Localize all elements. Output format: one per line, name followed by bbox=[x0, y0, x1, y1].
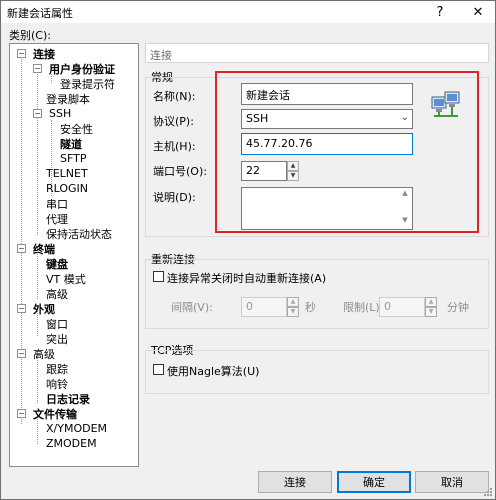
tree-item-label: 代理 bbox=[46, 212, 68, 226]
tree-item-label: SSH bbox=[49, 107, 72, 120]
tree-item-tunnel[interactable]: 隧道 bbox=[58, 136, 82, 151]
breadcrumb: 连接 bbox=[145, 43, 489, 63]
tree-item-terminal-advanced[interactable]: 高级 bbox=[44, 286, 68, 301]
tree-item-label: 连接 bbox=[33, 47, 55, 61]
resize-grip-icon[interactable] bbox=[483, 487, 493, 497]
tree-item-sftp[interactable]: SFTP bbox=[58, 151, 86, 166]
tree-item-label: ZMODEM bbox=[46, 437, 97, 450]
tree-item-label: 外观 bbox=[33, 302, 55, 316]
tree-item-label: 安全性 bbox=[60, 122, 93, 136]
description-label: 说明(D): bbox=[153, 191, 196, 204]
close-button[interactable]: ✕ bbox=[463, 1, 493, 23]
collapse-icon[interactable]: − bbox=[17, 244, 26, 253]
tree-item-trace[interactable]: 跟踪 bbox=[44, 361, 68, 376]
auto-reconnect-label: 连接异常关闭时自动重新连接(A) bbox=[167, 272, 327, 285]
tree-item-label: 高级 bbox=[46, 287, 68, 301]
tree-item-window[interactable]: 窗口 bbox=[44, 316, 68, 331]
tree-item-security[interactable]: 安全性 bbox=[58, 121, 93, 136]
tree-item-xymodem[interactable]: X/YMODEM bbox=[44, 421, 107, 436]
tree-item-highlight[interactable]: 突出 bbox=[44, 331, 68, 346]
tree-item-label: 日志记录 bbox=[46, 392, 90, 406]
tree-item-label: 突出 bbox=[46, 332, 68, 346]
collapse-icon[interactable]: − bbox=[33, 64, 42, 73]
dialog-title: 新建会话属性 bbox=[7, 7, 73, 20]
collapse-icon[interactable]: − bbox=[17, 49, 26, 58]
help-button[interactable]: ? bbox=[425, 1, 455, 23]
tree-item-keepalive[interactable]: 保持活动状态 bbox=[44, 226, 112, 241]
tree-item-label: 响铃 bbox=[46, 377, 68, 391]
tree-item-telnet[interactable]: TELNET bbox=[44, 166, 88, 181]
limit-spin-down-icon[interactable]: ▼ bbox=[425, 307, 437, 317]
tree-item-label: 保持活动状态 bbox=[46, 227, 112, 241]
tree-item-label: 用户身份验证 bbox=[49, 62, 115, 76]
interval-spin-up-icon[interactable]: ▲ bbox=[287, 297, 299, 307]
collapse-icon[interactable]: − bbox=[17, 349, 26, 358]
interval-field[interactable]: 0 bbox=[241, 297, 287, 317]
tree-item-logging[interactable]: 日志记录 bbox=[44, 391, 90, 406]
tree-item-proxy[interactable]: 代理 bbox=[44, 211, 68, 226]
collapse-icon[interactable]: − bbox=[33, 109, 42, 118]
tree-item-zmodem[interactable]: ZMODEM bbox=[44, 436, 97, 451]
category-label: 类别(C): bbox=[9, 29, 51, 42]
tree-item-login-prompt[interactable]: 登录提示符 bbox=[58, 76, 115, 91]
limit-field[interactable]: 0 bbox=[379, 297, 425, 317]
tree-item-rlogin[interactable]: RLOGIN bbox=[44, 181, 88, 196]
category-tree[interactable]: − 连接 − 用户身份验证 登录提示符 登录脚本 − SSH 安全性 隧道 SF… bbox=[9, 43, 139, 467]
port-label: 端口号(O): bbox=[153, 165, 207, 178]
tree-item-label: VT 模式 bbox=[46, 272, 86, 286]
auto-reconnect-checkbox[interactable] bbox=[153, 271, 164, 282]
tree-item-label: 文件传输 bbox=[33, 407, 77, 421]
tree-item-vt-mode[interactable]: VT 模式 bbox=[44, 271, 86, 286]
tree-item-label: 串口 bbox=[46, 197, 68, 211]
interval-unit: 秒 bbox=[305, 301, 316, 314]
tree-item-label: 跟踪 bbox=[46, 362, 68, 376]
tree-item-label: 终端 bbox=[33, 242, 55, 256]
interval-spin-down-icon[interactable]: ▼ bbox=[287, 307, 299, 317]
annotation-highlight-box bbox=[215, 71, 479, 233]
host-label: 主机(H): bbox=[153, 140, 196, 153]
tree-item-label: TELNET bbox=[46, 167, 88, 180]
tree-item-label: 窗口 bbox=[46, 317, 68, 331]
tree-item-label: 高级 bbox=[33, 347, 55, 361]
tree-item-label: SFTP bbox=[60, 152, 87, 165]
collapse-icon[interactable]: − bbox=[17, 304, 26, 313]
tree-item-label: 键盘 bbox=[46, 257, 68, 271]
name-label: 名称(N): bbox=[153, 90, 196, 103]
tree-item-login-script[interactable]: 登录脚本 bbox=[44, 91, 90, 106]
interval-label: 间隔(V): bbox=[171, 301, 213, 314]
title-bar: 新建会话属性 ? ✕ bbox=[1, 1, 495, 23]
limit-label: 限制(L): bbox=[343, 301, 384, 314]
tree-item-bell[interactable]: 响铃 bbox=[44, 376, 68, 391]
tree-line bbox=[21, 56, 22, 424]
tree-item-label: 登录脚本 bbox=[46, 92, 90, 106]
tree-item-keyboard[interactable]: 键盘 bbox=[44, 256, 68, 271]
cancel-button[interactable]: 取消 bbox=[415, 471, 489, 493]
collapse-icon[interactable]: − bbox=[17, 409, 26, 418]
nagle-checkbox[interactable] bbox=[153, 364, 164, 375]
tree-line bbox=[37, 67, 38, 235]
tree-item-label: 登录提示符 bbox=[60, 77, 115, 91]
limit-spin-up-icon[interactable]: ▲ bbox=[425, 297, 437, 307]
tree-item-serial[interactable]: 串口 bbox=[44, 196, 68, 211]
session-properties-dialog: 新建会话属性 ? ✕ 类别(C): − 连接 − 用户身份验证 登录提示符 登录… bbox=[0, 0, 496, 500]
tree-item-label: X/YMODEM bbox=[46, 422, 108, 435]
ok-button[interactable]: 确定 bbox=[337, 471, 411, 493]
connect-button[interactable]: 连接 bbox=[258, 471, 332, 493]
limit-unit: 分钟 bbox=[447, 301, 469, 314]
protocol-label: 协议(P): bbox=[153, 115, 194, 128]
tree-item-label: 隧道 bbox=[60, 137, 82, 151]
tree-item-label: RLOGIN bbox=[46, 182, 89, 195]
nagle-label: 使用Nagle算法(U) bbox=[167, 365, 260, 378]
